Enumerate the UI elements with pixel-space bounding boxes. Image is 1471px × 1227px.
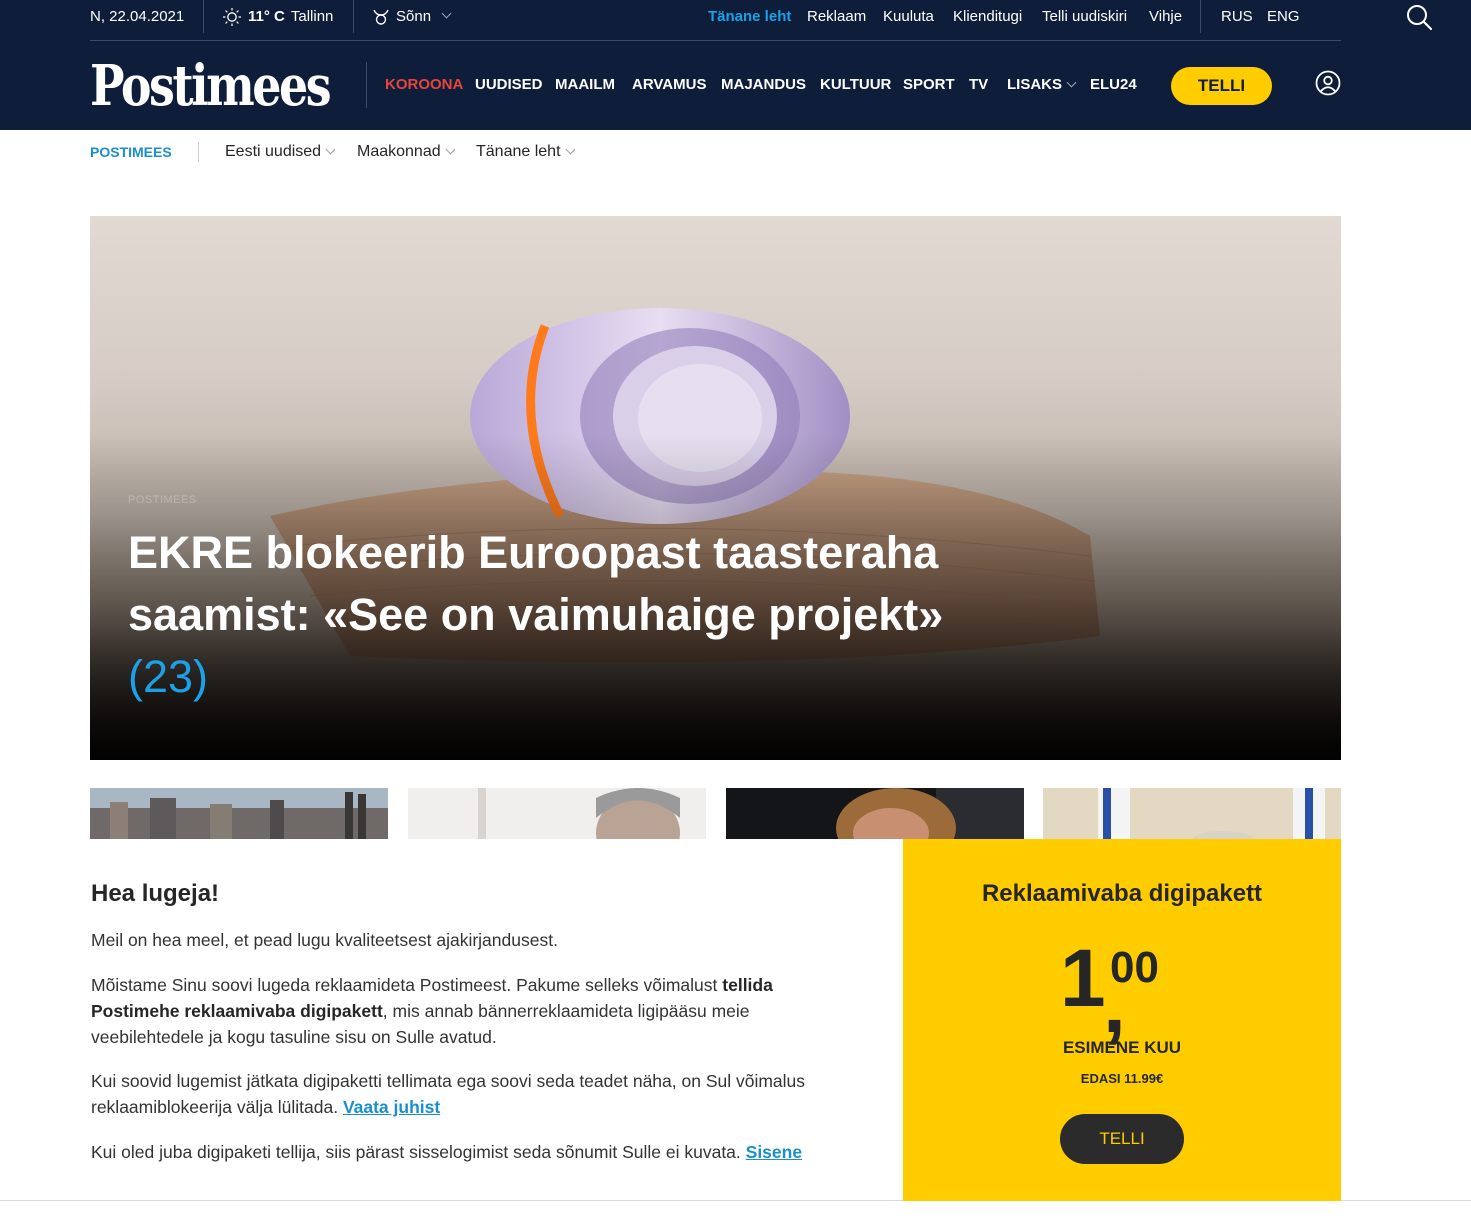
weather-widget[interactable]: 11° C Tallinn [222, 0, 333, 33]
subnav-label: Tänane leht [476, 143, 561, 160]
chevron-down-icon [565, 144, 575, 155]
topbar-link-reklaam[interactable]: Reklaam [807, 0, 866, 33]
hero-kicker: POSTIMEES [128, 494, 197, 506]
subnav-label: Eesti uudised [225, 143, 322, 160]
divider [198, 142, 199, 162]
language-rus[interactable]: RUS [1221, 0, 1253, 33]
chevron-down-icon [325, 144, 336, 155]
paywall-paragraph: Mõistame Sinu soovi lugeda reklaamideta … [91, 972, 831, 1050]
portrait-image [726, 788, 1024, 839]
nav-uudised[interactable]: UUDISED [475, 74, 543, 96]
flags-image [1043, 788, 1341, 839]
city-skyline-image [90, 788, 388, 839]
price-cents: 00 [1110, 943, 1159, 992]
nav-koroona[interactable]: KOROONA [385, 74, 463, 96]
subnav-maakonnad[interactable]: Maakonnad [357, 140, 456, 164]
nav-elu24[interactable]: ELU24 [1090, 74, 1137, 96]
article-thumbnail[interactable] [90, 788, 388, 839]
paywall-title: Hea lugeja! [91, 880, 220, 907]
login-link[interactable]: Sisene [746, 1142, 802, 1162]
subnav-label: Maakonnad [357, 143, 441, 160]
postimees-logo[interactable]: Postimees [90, 55, 332, 117]
weather-temperature: 11° C [248, 8, 285, 25]
user-icon[interactable] [1315, 70, 1341, 96]
chevron-down-icon [445, 144, 456, 155]
paywall-text: Kui oled juba digipaketi tellija, siis p… [91, 1142, 746, 1162]
offer-subscribe-button[interactable]: TELLI [1060, 1114, 1184, 1164]
paywall-text: Kui soovid lugemist jätkata digipaketti … [91, 1071, 806, 1117]
nav-kultuur[interactable]: KULTUUR [820, 74, 891, 96]
offer-after-price: EDASI 11.99€ [1080, 1071, 1164, 1086]
topbar-link-vihje[interactable]: Vihje [1149, 0, 1182, 33]
nav-lisaks[interactable]: LISAKS [1007, 74, 1077, 96]
nav-maailm[interactable]: MAAILM [555, 74, 615, 96]
article-thumbnail[interactable] [726, 788, 1024, 839]
chevron-down-icon [1066, 77, 1077, 88]
comment-count[interactable]: (23) [128, 651, 208, 702]
horoscope-dropdown[interactable]: Sõnn [372, 0, 452, 33]
paywall-text: Mõistame Sinu soovi lugeda reklaamideta … [91, 975, 723, 995]
paywall-paragraph: Kui oled juba digipaketi tellija, siis p… [91, 1139, 831, 1165]
nav-sport[interactable]: SPORT [903, 74, 955, 96]
divider [366, 62, 367, 108]
price-whole: 1 [1060, 933, 1106, 1024]
divider [353, 0, 354, 33]
offer-period: ESIMENE KUU [1062, 1038, 1182, 1057]
adblock-instructions-link[interactable]: Vaata juhist [343, 1097, 440, 1117]
topbar-link-uudiskiri[interactable]: Telli uudiskiri [1042, 0, 1127, 33]
section-brand[interactable]: POSTIMEES [90, 140, 172, 164]
sun-icon [223, 7, 241, 26]
current-date: N, 22.04.2021 [90, 8, 185, 25]
nav-majandus[interactable]: MAJANDUS [721, 74, 806, 96]
hero-headline-text[interactable]: EKRE blokeerib Euroopast taasteraha saam… [128, 527, 943, 640]
nav-arvamus[interactable]: ARVAMUS [632, 74, 706, 96]
horoscope-label: Sõnn [396, 8, 432, 25]
search-icon[interactable] [1405, 3, 1433, 31]
offer-title: Reklaamivaba digipakett [981, 880, 1263, 907]
hero-headline[interactable]: EKRE blokeerib Euroopast taasteraha saam… [128, 522, 1028, 708]
nav-lisaks-label: LISAKS [1007, 76, 1063, 93]
nav-tv[interactable]: TV [969, 74, 988, 96]
taurus-icon [373, 9, 389, 25]
subnav-eesti-uudised[interactable]: Eesti uudised [225, 140, 336, 164]
topbar-link-kuuluta[interactable]: Kuuluta [883, 0, 934, 33]
article-thumbnail[interactable] [408, 788, 706, 839]
chevron-down-icon [441, 8, 452, 19]
divider [203, 0, 204, 33]
article-thumbnail[interactable] [1043, 788, 1341, 839]
site-header: N, 22.04.2021 11° C Tallinn Sõnn Tänane … [0, 0, 1471, 130]
portrait-image [408, 788, 706, 839]
language-eng[interactable]: ENG [1267, 0, 1300, 33]
paywall-paragraph: Kui soovid lugemist jätkata digipaketti … [91, 1068, 831, 1120]
hero-article[interactable]: POSTIMEES EKRE blokeerib Euroopast taast… [90, 216, 1341, 760]
weather-city: Tallinn [290, 8, 334, 25]
subnav-tanane-leht[interactable]: Tänane leht [476, 140, 575, 164]
paywall-paragraph: Meil on hea meel, et pead lugu kvaliteet… [91, 930, 558, 950]
subscribe-button[interactable]: TELLI [1171, 67, 1272, 105]
topbar-link-tanane-leht[interactable]: Tänane leht [708, 0, 791, 33]
divider [1200, 0, 1201, 33]
topbar-link-klienditugi[interactable]: Klienditugi [953, 0, 1022, 33]
top-bar: N, 22.04.2021 11° C Tallinn Sõnn Tänane … [90, 0, 1433, 41]
